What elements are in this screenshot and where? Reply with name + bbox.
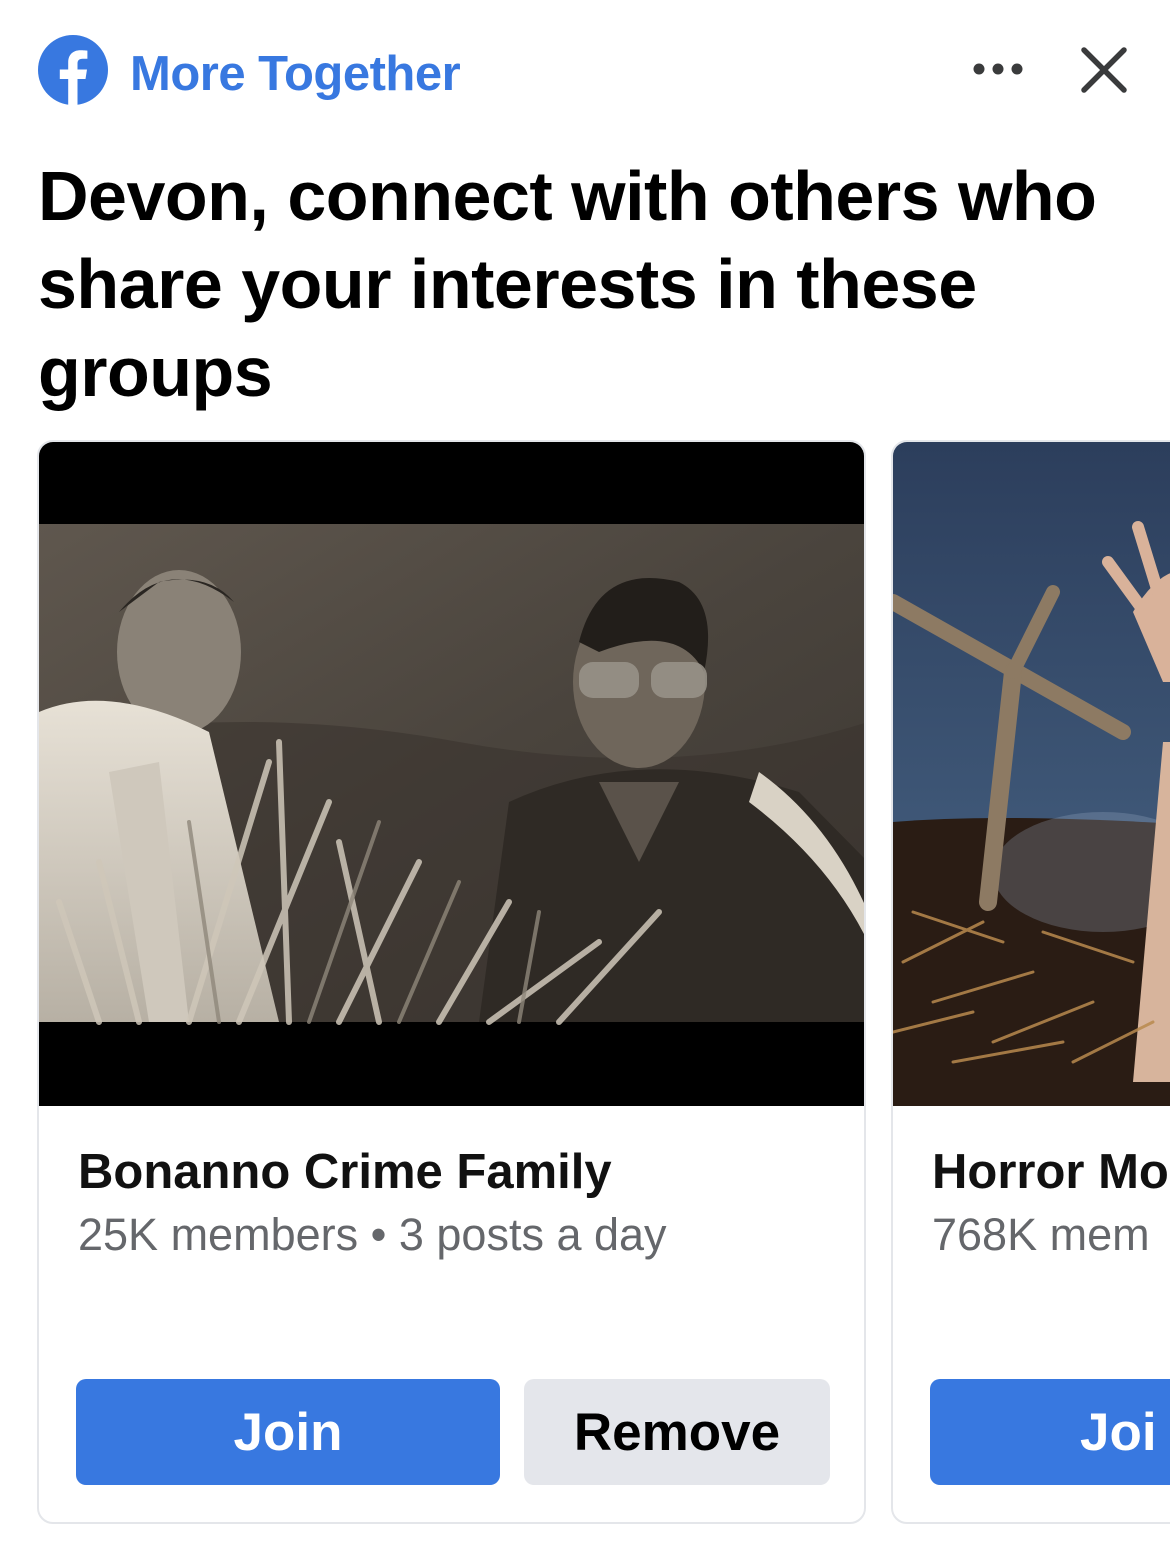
page-headline: Devon, connect with others who share you… <box>38 157 1097 411</box>
group-name[interactable]: Bonanno Crime Family <box>78 1142 612 1202</box>
group-card[interactable]: Horror Mo 768K mem Joi <box>891 440 1170 1524</box>
more-options-button[interactable] <box>966 52 1030 86</box>
group-cover-photo[interactable] <box>39 442 864 1106</box>
group-cover-photo[interactable] <box>893 442 1170 1106</box>
remove-button[interactable]: Remove <box>524 1379 830 1485</box>
group-name[interactable]: Horror Mo <box>932 1142 1169 1202</box>
app-title: More Together <box>130 47 461 101</box>
join-button[interactable]: Join <box>76 1379 500 1485</box>
more-options-icon <box>970 61 1026 77</box>
group-card[interactable]: Bonanno Crime Family 25K members • 3 pos… <box>37 440 866 1524</box>
group-meta: 25K members • 3 posts a day <box>78 1209 667 1260</box>
close-button[interactable] <box>1074 40 1134 100</box>
header-bar: More Together <box>0 0 1170 140</box>
close-icon <box>1074 40 1134 100</box>
group-meta: 768K mem <box>932 1209 1150 1260</box>
join-button[interactable]: Joi <box>930 1379 1170 1485</box>
facebook-logo-icon <box>38 35 108 105</box>
